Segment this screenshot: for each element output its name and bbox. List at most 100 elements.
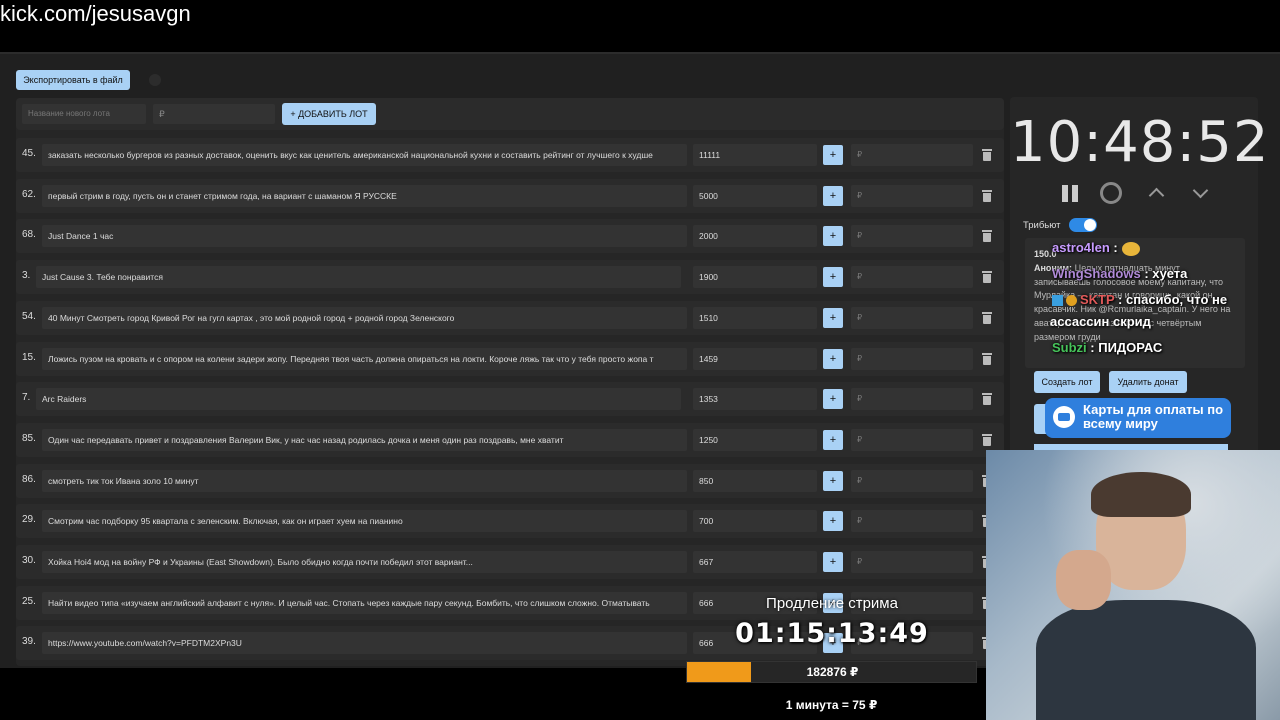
trash-icon[interactable] bbox=[982, 270, 992, 284]
chat-message: WingShadows : хуета bbox=[1052, 266, 1187, 281]
delete-donate-button[interactable]: Удалить донат bbox=[1109, 371, 1187, 393]
lot-amount-input[interactable]: 850 bbox=[693, 469, 817, 492]
add-amount-button[interactable]: + bbox=[823, 552, 843, 572]
trash-icon[interactable] bbox=[982, 311, 992, 324]
lot-add-amount-input[interactable]: ₽ bbox=[851, 225, 973, 248]
trash-icon[interactable] bbox=[982, 433, 992, 446]
lot-add-amount-input[interactable]: ₽ bbox=[851, 184, 973, 207]
add-lot-button[interactable]: + ДОБАВИТЬ ЛОТ bbox=[282, 103, 376, 125]
add-amount-button[interactable]: + bbox=[823, 389, 843, 410]
trash-icon[interactable] bbox=[982, 392, 992, 406]
add-amount-button[interactable]: + bbox=[823, 470, 843, 491]
lot-number: 62. bbox=[22, 188, 36, 200]
lot-row: 68. Just Dance 1 час 2000 + ₽ bbox=[16, 219, 1004, 254]
lot-row: 30. Хойка Hoi4 мод на войну РФ и Украины … bbox=[16, 545, 1004, 579]
lot-title-input[interactable]: Хойка Hoi4 мод на войну РФ и Украины (Ea… bbox=[42, 551, 687, 573]
lot-add-amount-input[interactable]: ₽ bbox=[851, 510, 973, 533]
lot-number: 7. bbox=[22, 392, 31, 404]
lot-amount-input[interactable]: 1510 bbox=[693, 306, 817, 329]
add-amount-button[interactable]: + bbox=[823, 511, 843, 532]
lot-add-amount-input[interactable]: ₽ bbox=[851, 347, 973, 370]
add-amount-button[interactable]: + bbox=[823, 145, 843, 165]
extension-total: 182876 ₽ bbox=[806, 665, 859, 679]
lot-number: 86. bbox=[22, 473, 36, 485]
chat-text: хуета bbox=[1148, 266, 1188, 281]
extension-rate: 1 минута = 75 ₽ bbox=[785, 698, 878, 712]
lot-add-amount-input[interactable]: ₽ bbox=[851, 266, 973, 289]
lot-add-amount-input[interactable]: ₽ bbox=[851, 388, 973, 411]
lot-title-input[interactable]: Just Dance 1 час bbox=[42, 225, 687, 248]
lot-row: 7. Arc Raiders 1353 + ₽ bbox=[16, 382, 1004, 417]
trash-icon[interactable] bbox=[982, 352, 992, 365]
pause-icon[interactable] bbox=[1059, 182, 1081, 204]
lot-title-input[interactable]: смотреть тик ток Ивана золо 10 минут bbox=[42, 469, 687, 492]
lot-number: 54. bbox=[22, 310, 36, 322]
lot-title-input[interactable]: заказать несколько бургеров из разных до… bbox=[42, 144, 687, 166]
lot-number: 45. bbox=[22, 148, 36, 159]
chat-username[interactable]: Subzi bbox=[1052, 340, 1087, 355]
lot-row: 54. 40 Минут Смотреть город Кривой Рог на… bbox=[16, 300, 1004, 335]
tribute-toggle[interactable] bbox=[1069, 218, 1097, 232]
lot-amount-input[interactable]: 2000 bbox=[693, 225, 817, 248]
lot-amount-input[interactable]: 667 bbox=[693, 551, 817, 573]
lot-number: 25. bbox=[22, 595, 36, 607]
lot-amount-input[interactable]: 700 bbox=[693, 510, 817, 533]
chat-username[interactable]: WingShadows bbox=[1052, 266, 1141, 281]
trash-icon[interactable] bbox=[982, 148, 992, 161]
chevron-down-icon[interactable] bbox=[1190, 182, 1212, 204]
lot-row: 45. заказать несколько бургеров из разных… bbox=[16, 138, 1004, 172]
webcam-feed bbox=[986, 450, 1280, 720]
chevron-up-icon[interactable] bbox=[1146, 182, 1168, 204]
extension-title: Продление стрима bbox=[766, 595, 898, 612]
lot-number: 3. bbox=[22, 270, 31, 282]
tribute-label: Трибьют bbox=[1023, 220, 1061, 231]
chat-badge-icon bbox=[1066, 295, 1077, 307]
lot-row: 29. Смотрим час подборку 95 квартала с зе… bbox=[16, 504, 1004, 539]
add-amount-button[interactable]: + bbox=[823, 429, 843, 450]
new-lot-price-input[interactable]: ₽ bbox=[153, 104, 275, 124]
create-lot-button[interactable]: Создать лот bbox=[1034, 371, 1100, 393]
stream-screen: kick.com/jesusavgn Экспортировать в файл… bbox=[0, 0, 1280, 720]
lot-row: 15. Ложись пузом на кровать и с опором на… bbox=[16, 341, 1004, 376]
lot-title-input[interactable]: Ложись пузом на кровать и с опором на ко… bbox=[42, 347, 687, 370]
lot-add-amount-input[interactable]: ₽ bbox=[851, 306, 973, 329]
lot-amount-input[interactable]: 1250 bbox=[693, 428, 817, 451]
ad-banner[interactable]: Карты для оплаты по всему миру bbox=[1045, 398, 1231, 438]
chat-message: SKTP : спасибо, что не bbox=[1052, 292, 1227, 307]
streamer-hair bbox=[1091, 472, 1191, 517]
export-button[interactable]: Экспортировать в файл bbox=[16, 70, 130, 90]
lot-title-input[interactable]: https://www.youtube.com/watch?v=PFDTM2XP… bbox=[42, 632, 687, 655]
lot-amount-input[interactable]: 1459 bbox=[693, 347, 817, 370]
lot-number: 68. bbox=[22, 229, 36, 241]
trash-icon[interactable] bbox=[982, 189, 992, 202]
lot-number: 39. bbox=[22, 636, 36, 648]
chat-username[interactable]: astro4len bbox=[1052, 240, 1110, 255]
lot-add-amount-input[interactable]: ₽ bbox=[851, 551, 973, 573]
lot-title-input[interactable]: Arc Raiders bbox=[36, 388, 681, 411]
chat-username[interactable]: SKTP bbox=[1080, 292, 1114, 307]
lot-title-input[interactable]: Найти видео типа «изучаем английский алф… bbox=[42, 591, 687, 614]
lot-title-input[interactable]: первый стрим в году, пусть он и станет с… bbox=[42, 184, 687, 207]
add-amount-button[interactable]: + bbox=[823, 348, 843, 369]
lot-amount-input[interactable]: 11111 bbox=[693, 144, 817, 166]
lot-title-input[interactable]: Just Cause 3. Тебе понравится bbox=[36, 266, 681, 289]
lot-title-input[interactable]: Один час передавать привет и поздравлени… bbox=[42, 428, 687, 451]
add-amount-button[interactable]: + bbox=[823, 307, 843, 328]
add-amount-button[interactable]: + bbox=[823, 267, 843, 288]
chat-message: Subzi : ПИДОРАС bbox=[1052, 340, 1162, 355]
reset-icon[interactable] bbox=[1100, 182, 1122, 204]
lot-add-amount-input[interactable]: ₽ bbox=[851, 428, 973, 451]
lot-amount-input[interactable]: 1353 bbox=[693, 388, 817, 411]
lot-add-amount-input[interactable]: ₽ bbox=[851, 144, 973, 166]
new-lot-name-input[interactable]: Название нового лота bbox=[22, 104, 146, 124]
trash-icon[interactable] bbox=[982, 229, 992, 243]
lot-title-input[interactable]: 40 Минут Смотреть город Кривой Рог на гу… bbox=[42, 306, 687, 329]
add-amount-button[interactable]: + bbox=[823, 185, 843, 206]
lot-amount-input[interactable]: 5000 bbox=[693, 184, 817, 207]
streamer-hand bbox=[1056, 550, 1111, 610]
lot-title-input[interactable]: Смотрим час подборку 95 квартала с зелен… bbox=[42, 510, 687, 533]
lot-amount-input[interactable]: 1900 bbox=[693, 266, 817, 289]
lot-number: 29. bbox=[22, 514, 36, 526]
add-amount-button[interactable]: + bbox=[823, 226, 843, 247]
lot-add-amount-input[interactable]: ₽ bbox=[851, 469, 973, 492]
